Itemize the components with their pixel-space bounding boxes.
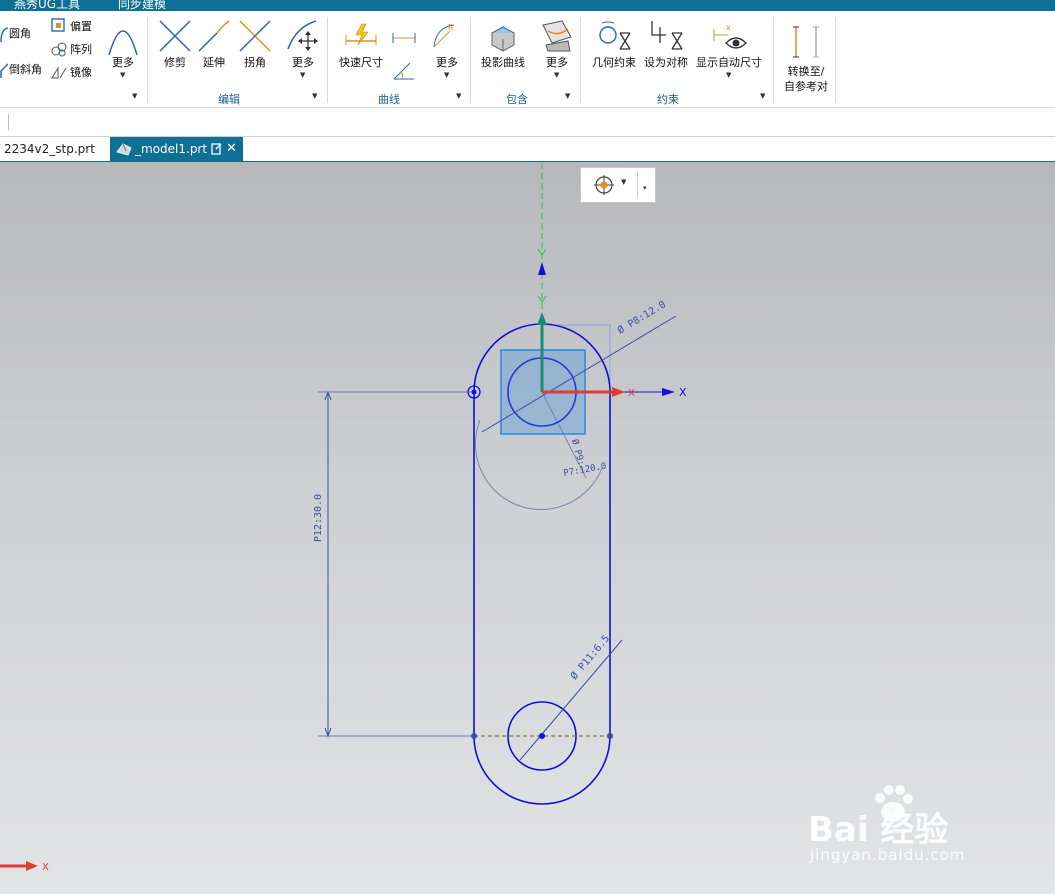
chamfer-button[interactable]: 倒斜角 (9, 63, 42, 77)
rapid-dimension-button[interactable]: 快速尺寸 (336, 56, 386, 70)
more-button-3[interactable]: 更多 (430, 56, 464, 70)
group-label-curve: 曲线 (378, 93, 400, 106)
convert-reference-label-2: 自参考对 (784, 80, 828, 93)
rapid-dimension-icon (345, 23, 377, 46)
group-expand-icon[interactable]: ▼ (456, 92, 461, 100)
datum-marker (537, 248, 547, 256)
offset-curve-icon (51, 18, 65, 32)
menu-tab-sync-modeling[interactable]: 同步建模 (118, 0, 166, 11)
intersection-curve-icon (542, 20, 572, 52)
project-curve-button[interactable]: 投影曲线 (478, 56, 528, 70)
menu-tab-yanxiu[interactable]: 燕秀UG工具 (14, 0, 80, 11)
chamfer-icon (0, 63, 8, 78)
corner-icon (239, 20, 271, 52)
sketch-y-arrowhead (538, 262, 546, 275)
mirror-button[interactable]: 镜像 (70, 66, 92, 80)
offset-button[interactable]: 偏置 (70, 20, 92, 34)
watermark-url: jingyan.baidu.com (810, 846, 966, 864)
csys-x-arrowhead (612, 387, 625, 397)
close-tab-icon[interactable]: ✕ (226, 137, 237, 161)
svg-text:R: R (448, 23, 454, 32)
csys-y-arrowhead (537, 312, 547, 325)
show-auto-dimension-icon: x (713, 23, 747, 49)
divider (773, 17, 774, 103)
dropdown-arrow-icon[interactable]: ▼ (300, 71, 305, 79)
dim-line-p11 (519, 639, 623, 761)
dim-label-p11[interactable]: Ø P11:6.5 (568, 633, 612, 682)
divider (470, 17, 471, 103)
file-tab-bar: 2234v2_stp.prt _model1.prt ✕ (0, 137, 1055, 163)
more-curve-icon (108, 30, 138, 56)
menu-bar: 燕秀UG工具 同步建模 (0, 0, 1055, 11)
corner-button[interactable]: 拐角 (238, 56, 272, 70)
geometric-constraint-icon (599, 21, 631, 50)
show-auto-dimension-button[interactable]: 显示自动尺寸 (694, 56, 764, 70)
group-expand-icon[interactable]: ▼ (760, 92, 765, 100)
convert-reference-button[interactable]: 转换至/ (780, 65, 832, 79)
linear-dimension-icon (392, 33, 416, 43)
extend-icon (198, 20, 230, 52)
divider (327, 17, 328, 103)
dim-label-p9[interactable]: Ø P9: (569, 438, 587, 467)
point-marker[interactable] (471, 389, 477, 395)
point-marker[interactable] (607, 733, 613, 739)
dropdown-arrow-icon[interactable]: ▼ (120, 71, 125, 79)
group-expand-icon[interactable]: ▼ (565, 92, 570, 100)
divider (147, 17, 148, 103)
svg-text:x: x (726, 23, 731, 32)
pattern-icon (51, 42, 67, 57)
csys-x-label: X (628, 388, 635, 399)
dropdown-arrow-icon[interactable]: ▼ (726, 71, 731, 79)
group-label-constraint: 约束 (657, 93, 679, 106)
tab-model1[interactable]: _model1.prt ✕ (110, 137, 243, 161)
dim-label-p12[interactable]: P12:30.0 (313, 494, 324, 542)
dropdown-arrow-icon[interactable]: ▼ (554, 71, 559, 79)
fillet-button[interactable]: 圆角 (9, 27, 31, 41)
graphics-window[interactable]: ▼ ▾ P12:30.0 Ø P8:12.0 Ø P9: P7:120.0 Ø … (0, 162, 1055, 894)
point-marker[interactable] (539, 733, 545, 739)
pattern-button[interactable]: 阵列 (70, 43, 92, 57)
more-button-1[interactable]: 更多 (108, 56, 138, 70)
fillet-icon (0, 27, 8, 43)
make-symmetric-icon (651, 21, 683, 50)
tab-label: 2234v2_stp.prt (4, 142, 95, 156)
part-file-icon (116, 143, 132, 156)
make-symmetric-button[interactable]: 设为对称 (642, 56, 690, 70)
tab-2234v2-stp[interactable]: 2234v2_stp.prt (0, 137, 112, 161)
trim-button[interactable]: 修剪 (158, 56, 192, 70)
dropdown-arrow-icon[interactable]: ▼ (444, 71, 449, 79)
extend-button[interactable]: 延伸 (197, 56, 231, 70)
mirror-icon (51, 66, 67, 79)
group-label-edit: 编辑 (218, 93, 240, 106)
triad-x-label: X (42, 862, 49, 873)
divider (835, 17, 836, 103)
geometric-constraint-button[interactable]: 几何约束 (590, 56, 638, 70)
divider (580, 17, 581, 103)
watermark-brand: Bai 经验 (808, 810, 949, 850)
group-expand-icon[interactable]: ▼ (312, 92, 317, 100)
radial-dimension-icon: R (433, 23, 455, 48)
point-marker[interactable] (471, 733, 477, 739)
ribbon: 圆角 倒斜角 偏置 阵列 镜像 更多 ▼ ▼ 修剪 延伸 拐角 更多 ▼ 编辑 … (0, 11, 1055, 108)
sketch-x-arrowhead (662, 388, 675, 396)
tab-label: _model1.prt (135, 142, 208, 156)
quick-access-bar (0, 108, 1055, 137)
triad-x-arrowhead (26, 861, 38, 871)
toolbar-grip (8, 114, 9, 130)
more-button-4[interactable]: 更多 (540, 56, 574, 70)
angular-dimension-icon (393, 62, 414, 80)
project-curve-icon (490, 26, 516, 52)
sketch-x-label: X (679, 386, 687, 399)
trim-icon (159, 20, 191, 52)
group-expand-icon[interactable]: ▼ (132, 92, 137, 100)
modified-icon[interactable] (211, 143, 222, 155)
more-button-2[interactable]: 更多 (286, 56, 320, 70)
convert-reference-icon (793, 26, 819, 58)
group-label-include: 包含 (506, 93, 528, 106)
dim-label-p8[interactable]: Ø P8:12.0 (615, 298, 668, 336)
move-curve-icon (287, 20, 318, 51)
